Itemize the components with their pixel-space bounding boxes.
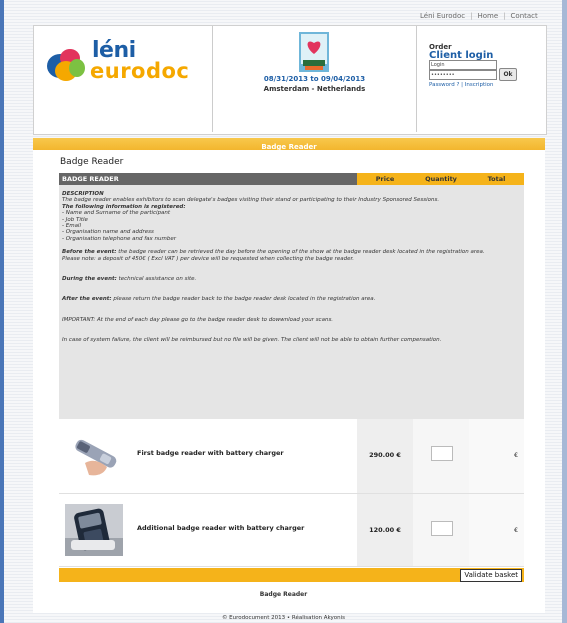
- quantity-input[interactable]: [431, 521, 453, 536]
- before-event-text: the badge reader can be retrieved the da…: [118, 249, 485, 256]
- product-price: 290.00 €: [369, 451, 401, 459]
- product-price: 120.00 €: [369, 526, 401, 534]
- product-row: Additional badge reader with battery cha…: [59, 494, 524, 567]
- logo-word-eurodoc: eurodoc: [90, 59, 190, 83]
- leni-eurodoc-logo-icon: [47, 49, 85, 81]
- login-links: Password ? | Inscription: [429, 82, 494, 88]
- description-block: DESCRIPTION The badge reader enables exh…: [59, 185, 524, 425]
- event-location: Amsterdam - Netherlands: [263, 85, 366, 93]
- validate-bar: Validate basket: [59, 568, 524, 582]
- site-header: léni eurodoc 08/31/2013 to 09/04/2013 Am…: [33, 25, 547, 135]
- column-header-total: Total: [469, 173, 524, 185]
- login-field[interactable]: Login: [429, 60, 497, 70]
- quantity-cell: [413, 419, 469, 493]
- top-link-leni-eurodoc[interactable]: Léni Eurodoc: [420, 12, 465, 20]
- badge-reader-image: [65, 504, 123, 556]
- quantity-input[interactable]: [431, 446, 453, 461]
- after-event-text: please return the badge reader back to t…: [113, 296, 376, 303]
- column-header-quantity: Quantity: [413, 173, 469, 185]
- top-link-home[interactable]: Home: [478, 12, 499, 20]
- total-cell: €: [469, 494, 524, 566]
- description-heading: DESCRIPTION: [62, 191, 104, 197]
- before-event-label: Before the event:: [62, 249, 117, 256]
- top-links: Léni Eurodoc | Home | Contact: [420, 12, 538, 20]
- login-area: Order Client login Login •••••••• Ok Pas…: [417, 26, 546, 132]
- price-cell: 290.00 €: [357, 419, 413, 493]
- main-content: Badge Reader BADGE READER Price Quantity…: [33, 150, 545, 613]
- event-dates: 08/31/2013 to 09/04/2013: [263, 75, 366, 83]
- bottom-page-label: Badge Reader: [259, 591, 308, 598]
- badge-reader-image: [65, 429, 123, 481]
- password-link[interactable]: Password ?: [429, 82, 459, 88]
- event-poster-image: [299, 32, 329, 72]
- login-ok-button[interactable]: Ok: [499, 68, 517, 81]
- product-name: First badge reader with battery charger: [137, 449, 284, 457]
- total-cell: €: [469, 419, 524, 493]
- footer-text: © Eurodocument 2013 • Réalisation Akyoni…: [221, 615, 346, 621]
- top-link-contact[interactable]: Contact: [511, 12, 538, 20]
- column-header-item: BADGE READER: [59, 173, 357, 185]
- page-title: Badge Reader: [60, 157, 124, 167]
- during-event-text: technical assistance on site.: [118, 276, 197, 283]
- after-event-label: After the event:: [62, 296, 112, 303]
- quantity-cell: [413, 494, 469, 566]
- right-frame-border: [562, 0, 567, 623]
- password-field[interactable]: ••••••••: [429, 70, 497, 80]
- inscription-link[interactable]: Inscription: [465, 82, 494, 88]
- table-header: BADGE READER Price Quantity Total: [59, 173, 524, 185]
- event-area: 08/31/2013 to 09/04/2013 Amsterdam - Net…: [213, 26, 417, 132]
- price-cell: 120.00 €: [357, 494, 413, 566]
- product-row: First badge reader with battery charger …: [59, 419, 524, 494]
- left-frame-border: [0, 0, 4, 623]
- during-event-label: During the event:: [62, 276, 117, 283]
- logo-area[interactable]: léni eurodoc: [34, 26, 213, 132]
- product-name: Additional badge reader with battery cha…: [137, 524, 305, 532]
- product-total: €: [514, 452, 518, 459]
- failure-note: In case of system failure, the client wi…: [62, 337, 442, 344]
- product-total: €: [514, 527, 518, 534]
- validate-basket-button[interactable]: Validate basket: [460, 569, 522, 582]
- info-heading: The following information is registered:: [62, 203, 186, 210]
- column-header-price: Price: [357, 173, 413, 185]
